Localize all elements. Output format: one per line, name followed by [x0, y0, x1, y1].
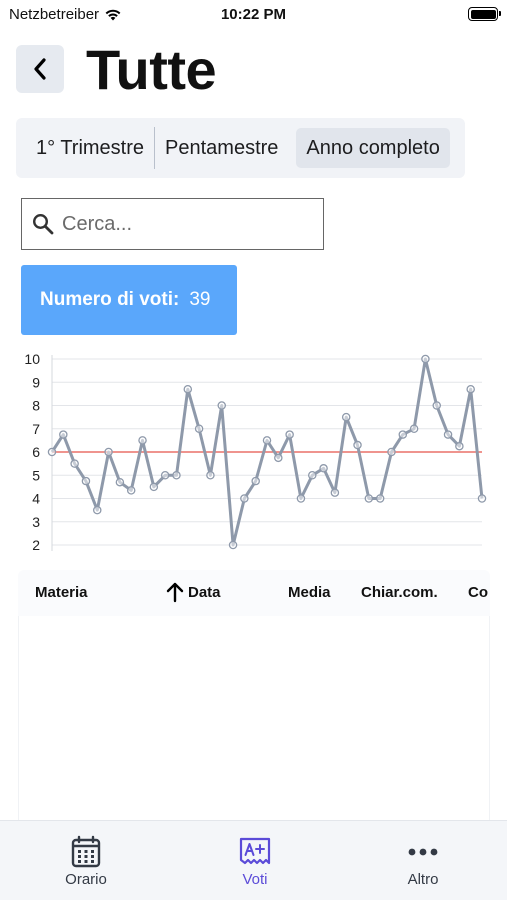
chart-y-tick-label: 2 [32, 537, 40, 553]
chart-point [330, 488, 340, 497]
chart-y-tick-label: 10 [24, 351, 40, 367]
search-icon [32, 213, 54, 235]
tab-orario[interactable]: Orario [26, 833, 146, 888]
wifi-icon [105, 9, 121, 21]
chart-point [409, 424, 419, 434]
grades-table: Materia Data Media Chiar.com. Co [18, 570, 490, 830]
chart-point [93, 505, 102, 515]
status-bar: Netzbetreiber 10:22 PM [0, 0, 507, 28]
battery-icon [468, 7, 501, 21]
chart-point [115, 477, 125, 487]
chart-point [341, 412, 351, 422]
chart-point [398, 430, 408, 439]
column-header-co[interactable]: Co [468, 584, 488, 601]
chart-point [432, 401, 441, 410]
search-box [21, 198, 324, 250]
column-header-chiar-com[interactable]: Chiar.com. [361, 584, 438, 601]
search-input[interactable] [62, 212, 302, 236]
table-header: Materia Data Media Chiar.com. Co [18, 570, 490, 616]
chart-point [319, 464, 328, 473]
more-icon [408, 848, 438, 856]
column-header-data-label: Data [188, 583, 221, 601]
tab-full-year[interactable]: Anno completo [296, 128, 450, 168]
chart-point [364, 494, 374, 503]
chart-y-tick-label: 5 [32, 467, 40, 483]
back-button[interactable] [16, 45, 64, 93]
column-header-data[interactable]: Data [166, 581, 221, 603]
grade-icon [239, 837, 271, 865]
tab-pentamester[interactable]: Pentamestre [155, 128, 288, 168]
chart-point [126, 486, 136, 495]
vote-count-badge: Numero di voti: 39 [21, 265, 237, 335]
chart-point [194, 424, 204, 434]
vote-count-label: Numero di voti: [40, 289, 180, 310]
tab-altro-label: Altro [407, 871, 439, 888]
chart-grid [51, 355, 482, 551]
column-header-materia[interactable]: Materia [35, 584, 88, 601]
chart-point [217, 401, 226, 410]
table-body [18, 616, 490, 830]
page-title: Tutte [86, 38, 217, 101]
chart-point [353, 440, 362, 450]
chevron-left-icon [34, 58, 46, 80]
tab-altro[interactable]: Altro [363, 833, 483, 888]
calendar-icon [71, 835, 101, 868]
chart-point [421, 354, 430, 364]
vote-count-value: 39 [189, 289, 211, 310]
chart-y-tick-label: 6 [32, 444, 40, 460]
chart-point [81, 476, 91, 486]
chart-point [183, 384, 193, 394]
chart-y-ticks: 2 3 4 5 6 7 8 9 10 [24, 351, 40, 553]
chart-point [455, 441, 464, 451]
chart-point [160, 471, 170, 480]
period-segmented-control: 1° Trimestre Pentamestre Anno completo [16, 118, 465, 178]
carrier-label: Netzbetreiber [9, 5, 100, 23]
chart-point [308, 471, 317, 480]
chart-point [104, 447, 113, 457]
tab-orario-label: Orario [65, 871, 107, 888]
grades-line-chart: 2 3 4 5 6 7 8 9 10 [24, 351, 487, 553]
chart-point [296, 494, 306, 503]
chart-point [262, 436, 272, 445]
chart-point [47, 447, 57, 457]
chart-point [149, 482, 159, 492]
chart-point [285, 430, 294, 439]
column-header-media[interactable]: Media [288, 584, 331, 601]
tab-voti[interactable]: Voti [195, 833, 315, 888]
arrow-up-icon [166, 582, 184, 603]
chart-point [274, 453, 283, 463]
chart-point [466, 384, 475, 394]
chart-point [251, 476, 260, 486]
chart-point [59, 430, 68, 439]
status-left: Netzbetreiber [9, 6, 122, 23]
tab-voti-label: Voti [242, 871, 268, 888]
chart-y-tick-label: 3 [32, 514, 40, 530]
chart-point [375, 494, 385, 503]
chart-y-tick-label: 4 [32, 491, 40, 507]
chart-point [387, 447, 396, 457]
chart-point [138, 436, 147, 445]
chart-y-tick-label: 9 [32, 374, 40, 390]
chart-point [172, 471, 181, 480]
chart-point [206, 471, 215, 480]
chart-point [228, 540, 238, 550]
tab-first-trimester[interactable]: 1° Trimestre [26, 128, 154, 168]
chart-point [240, 494, 249, 503]
chart-y-tick-label: 7 [32, 421, 40, 437]
chart-point [477, 494, 487, 503]
chart-y-tick-label: 8 [32, 398, 40, 414]
tab-bar: Orario Voti Altro [0, 820, 507, 900]
chart-point [70, 459, 79, 468]
chart-point [443, 430, 453, 439]
status-right [468, 7, 501, 21]
